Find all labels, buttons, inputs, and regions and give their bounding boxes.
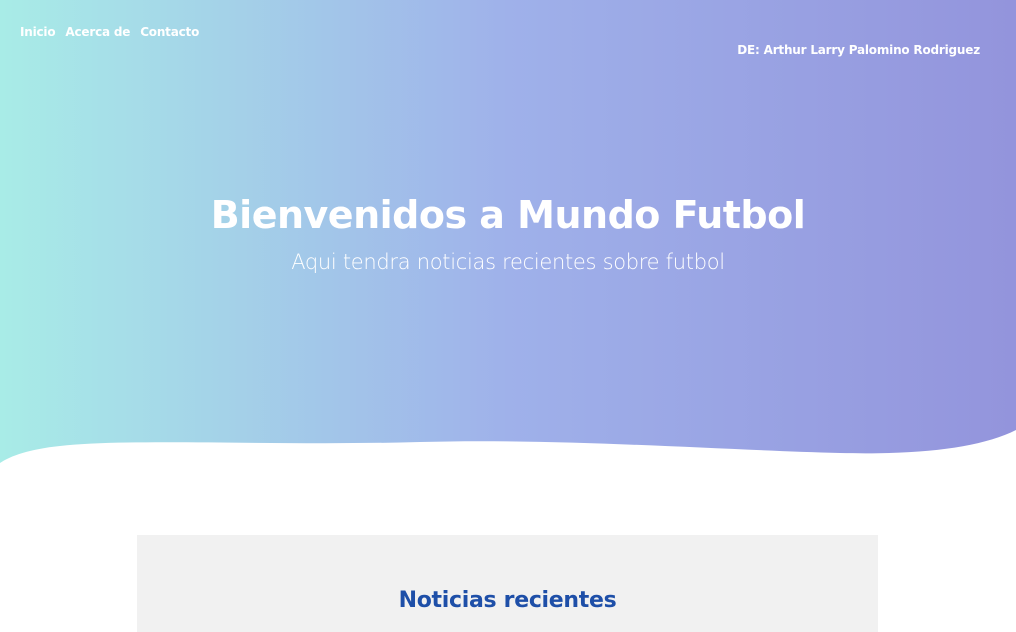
nav-link-acerca-de[interactable]: Acerca de xyxy=(65,25,130,39)
nav-link-contacto[interactable]: Contacto xyxy=(140,25,199,39)
main-nav: Inicio Acerca de Contacto xyxy=(20,25,199,39)
author-credit: DE: Arthur Larry Palomino Rodriguez xyxy=(737,43,980,57)
hero-banner: Inicio Acerca de Contacto DE: Arthur Lar… xyxy=(0,0,1016,470)
news-section-title: Noticias recientes xyxy=(398,588,617,613)
hero-subtitle: Aqui tendra noticias recientes sobre fut… xyxy=(291,250,725,274)
news-section: Noticias recientes xyxy=(137,535,878,632)
hero-title: Bienvenidos a Mundo Futbol xyxy=(210,193,806,237)
nav-link-inicio[interactable]: Inicio xyxy=(20,25,56,39)
